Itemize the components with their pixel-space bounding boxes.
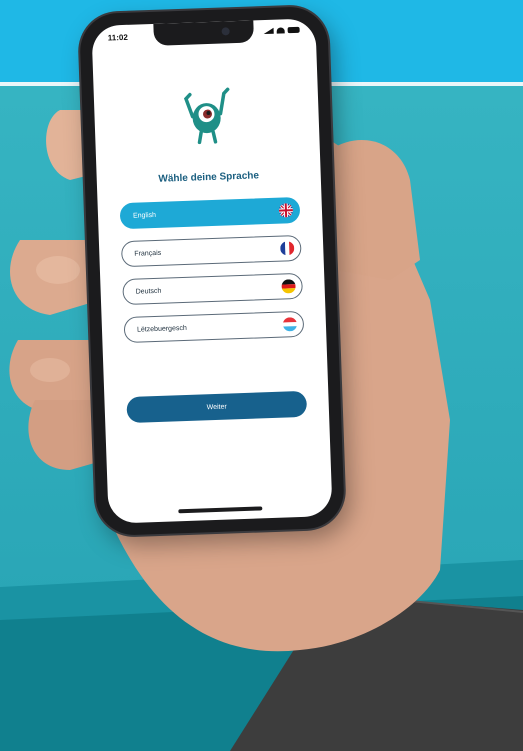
germany-flag-icon [281, 279, 296, 294]
next-button[interactable]: Weiter [126, 390, 308, 424]
page-title: Wähle deine Sprache [158, 170, 260, 185]
phone-screen: 11:02 Wähle deine Sprache English França… [91, 18, 333, 524]
home-indicator [178, 506, 263, 514]
status-icons [263, 26, 300, 35]
language-option-french[interactable]: Français [120, 234, 302, 268]
phone-notch [153, 20, 255, 46]
language-label: Deutsch [135, 287, 162, 296]
language-option-english[interactable]: English [119, 196, 301, 230]
status-time: 11:02 [107, 32, 128, 43]
uk-flag-icon [278, 203, 294, 218]
language-list: English Français Deutsch Lëtzebuergesch [119, 196, 305, 355]
language-label: English [132, 211, 157, 220]
mascot-logo [183, 87, 230, 145]
language-option-german[interactable]: Deutsch [122, 272, 304, 306]
wifi-icon [276, 27, 285, 34]
france-flag-icon [280, 241, 295, 256]
language-label: Lëtzebuergesch [136, 324, 187, 334]
luxembourg-flag-icon [282, 317, 298, 332]
camera-icon [221, 27, 230, 36]
battery-icon [287, 26, 300, 34]
phone-frame: 11:02 Wähle deine Sprache English França… [78, 5, 346, 537]
language-label: Français [134, 249, 162, 258]
language-option-luxembourgish[interactable]: Lëtzebuergesch [123, 310, 305, 344]
signal-icon [263, 27, 274, 35]
